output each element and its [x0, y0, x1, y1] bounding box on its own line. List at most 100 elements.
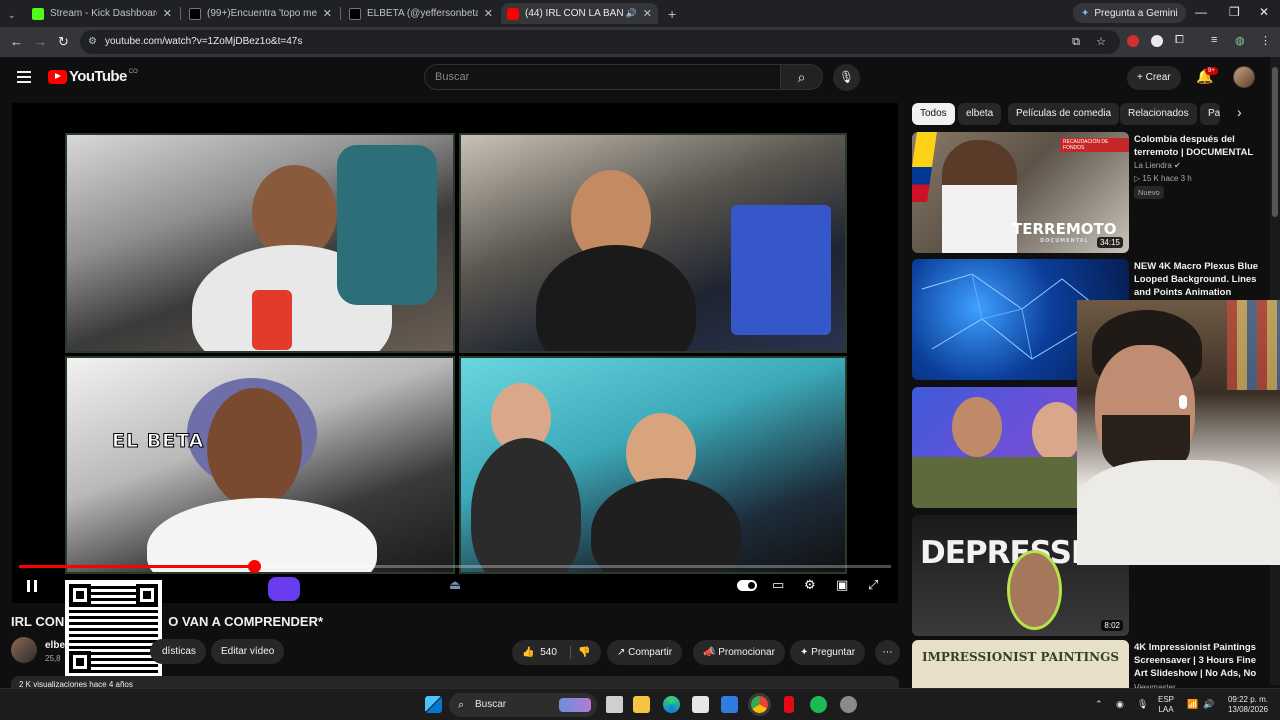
mail-icon[interactable] [721, 696, 738, 713]
search-input[interactable]: Buscar [424, 64, 781, 90]
file-explorer-icon[interactable] [633, 696, 650, 713]
thumbs-up-icon[interactable]: 👍 [522, 647, 534, 658]
task-view-icon[interactable] [606, 696, 623, 713]
tray-mic-icon[interactable]: 🎙 [1137, 699, 1148, 709]
like-dislike-group: 👍 540 👎 [512, 640, 601, 665]
extension-red-icon[interactable] [1127, 35, 1139, 47]
tray-overflow-icon[interactable]: ⌃ [1095, 699, 1103, 709]
chip-more[interactable]: Par [1200, 103, 1220, 125]
voice-search-mic-icon[interactable]: 🎙 [833, 64, 860, 91]
stats-button[interactable]: dísticas [150, 639, 206, 664]
close-tab-icon[interactable]: ✕ [163, 7, 172, 20]
thumbs-down-icon[interactable]: 👎 [578, 640, 590, 665]
subtitles-icon[interactable]: ▭ [772, 577, 784, 593]
close-tab-icon[interactable]: ✕ [484, 7, 493, 20]
close-window-icon[interactable]: ✕ [1259, 5, 1269, 19]
browser-menu-icon[interactable]: ⋮ [1260, 34, 1271, 47]
streamer-body [536, 245, 696, 351]
earbud [1179, 395, 1187, 409]
tab-separator [340, 7, 341, 20]
youtube-header: YouTube CO Buscar ⌕ 🎙 + Crear 🔔 9+ [0, 57, 1270, 101]
bookmark-star-icon[interactable]: ☆ [1096, 30, 1106, 54]
back-arrow-icon[interactable]: ← [10, 34, 23, 49]
progress-bar[interactable] [19, 560, 891, 573]
chips-next-arrow-icon[interactable]: › [1237, 104, 1242, 120]
chip-todos[interactable]: Todos [912, 103, 955, 125]
browser-toolbar: ← → ↻ ⚙ youtube.com/watch?v=1ZoMjDBez1o&… [0, 27, 1280, 57]
clock[interactable]: 09:22 p. m. 13/08/2026 [1224, 695, 1268, 715]
settings-gear-icon[interactable]: ⚙ [804, 577, 816, 593]
theater-mode-icon[interactable]: ▣ [836, 577, 848, 593]
close-tab-icon[interactable]: ✕ [643, 7, 652, 20]
tab-tiktok-search[interactable]: (99+)Encuentra 'topo mexicano' ✕ [183, 3, 338, 24]
webcam-overlay [1077, 300, 1280, 565]
address-bar[interactable]: ⚙ youtube.com/watch?v=1ZoMjDBez1o&t=47s … [80, 30, 1120, 54]
install-app-icon[interactable]: ⧉ [1072, 30, 1080, 54]
new-badge: Nuevo [1134, 186, 1164, 199]
wifi-icon[interactable]: 📶 [1187, 699, 1198, 709]
chip-elbeta[interactable]: elbeta [958, 103, 1002, 125]
microsoft-store-icon[interactable] [692, 696, 709, 713]
language-indicator[interactable]: ESP LAA [1158, 695, 1174, 715]
youtube-logo[interactable]: YouTube CO [48, 68, 138, 85]
extensions-puzzle-icon[interactable]: ⧠ [1175, 34, 1184, 47]
edit-video-button[interactable]: Editar vídeo [211, 639, 285, 664]
share-button[interactable]: ↗ Compartir [607, 640, 683, 665]
taskbar-search-box[interactable]: ⌕ Buscar [449, 693, 597, 717]
fullscreen-icon[interactable]: ⤢ [868, 577, 878, 593]
streamer-body [147, 498, 377, 572]
ask-button[interactable]: ✦ Preguntar [790, 640, 866, 665]
netflix-icon[interactable] [784, 696, 794, 713]
promote-button[interactable]: 📣 Promocionar [693, 640, 785, 665]
channel-avatar[interactable] [11, 637, 37, 663]
search-icon: ⌕ [458, 699, 465, 711]
autoplay-toggle[interactable] [737, 580, 757, 591]
windows-start-icon[interactable] [425, 696, 442, 713]
thumbnail-person [1032, 402, 1082, 462]
rec-thumbnail-1[interactable]: RECAUDACIÓN DE FONDOS TERREMOTO DOCUMENT… [912, 132, 1129, 253]
scrollbar-thumb[interactable] [1272, 67, 1278, 217]
profile-icon[interactable]: ◍ [1235, 34, 1245, 47]
video-player[interactable]: EL BETA ⏏ ▭ ⚙ ▣ ⤢ [12, 103, 898, 603]
rec-title-1[interactable]: Colombia después del terremoto | DOCUMEN… [1134, 133, 1259, 159]
media-controls-icon[interactable]: ≡ [1211, 34, 1217, 46]
forward-arrow-icon[interactable]: → [34, 34, 47, 49]
site-info-icon[interactable]: ⚙ [88, 30, 97, 54]
tab-kick-dashboard[interactable]: Stream - Kick Dashboard ✕ [26, 3, 178, 24]
tab-tiktok-profile[interactable]: ELBETA (@yeffersonbeta) | TikTok ✕ [343, 3, 499, 24]
minimize-icon[interactable]: — [1195, 5, 1207, 19]
bald-man-body [471, 438, 581, 572]
new-tab-button[interactable]: + [662, 3, 682, 24]
restore-icon[interactable]: ❐ [1229, 5, 1240, 19]
audio-playing-icon[interactable]: 🔊 [626, 8, 637, 19]
tab-youtube-video[interactable]: (44) IRL CON LA BANDA*N 🔊 ✕ [501, 3, 658, 24]
channel-name[interactable]: elbe [45, 640, 65, 651]
close-tab-icon[interactable]: ✕ [323, 7, 332, 20]
spotify-icon[interactable] [810, 696, 827, 713]
reload-icon[interactable]: ↻ [58, 34, 69, 50]
thumbnail-person [1007, 550, 1062, 630]
create-button[interactable]: + Crear [1127, 66, 1181, 90]
gemini-button[interactable]: ✦ Pregunta a Gemini [1073, 3, 1186, 23]
extension-white-icon[interactable] [1151, 35, 1163, 47]
account-avatar[interactable] [1233, 66, 1255, 88]
edge-browser-icon[interactable] [663, 696, 680, 713]
tray-app-icon[interactable]: ◉ [1116, 699, 1124, 709]
app-icon[interactable] [840, 696, 857, 713]
rec-thumbnail-5[interactable]: IMPRESSIONIST PAINTINGS [912, 640, 1129, 690]
chapter-thumbnail[interactable] [268, 577, 300, 601]
volume-icon[interactable]: 🔊 [1203, 699, 1214, 709]
sparkle-icon: ✦ [800, 647, 809, 658]
chip-related[interactable]: Relacionados [1120, 103, 1197, 125]
video-title: IRL CON O VAN A COMPRENDER* [11, 614, 324, 629]
more-actions-icon[interactable]: ⋯ [875, 640, 900, 665]
notification-count-badge: 9+ [1205, 67, 1218, 75]
thumbnail-person [942, 140, 1017, 253]
tab-search-menu[interactable]: ⌄ [2, 5, 22, 26]
rec-channel-1[interactable]: La Liendra ✔ [1134, 161, 1181, 170]
chip-comedy-movies[interactable]: Películas de comedia [1008, 103, 1120, 125]
hamburger-menu-icon[interactable] [17, 71, 31, 86]
search-button[interactable]: ⌕ [781, 64, 823, 90]
pause-button[interactable] [27, 580, 37, 592]
chrome-icon[interactable] [751, 696, 768, 713]
